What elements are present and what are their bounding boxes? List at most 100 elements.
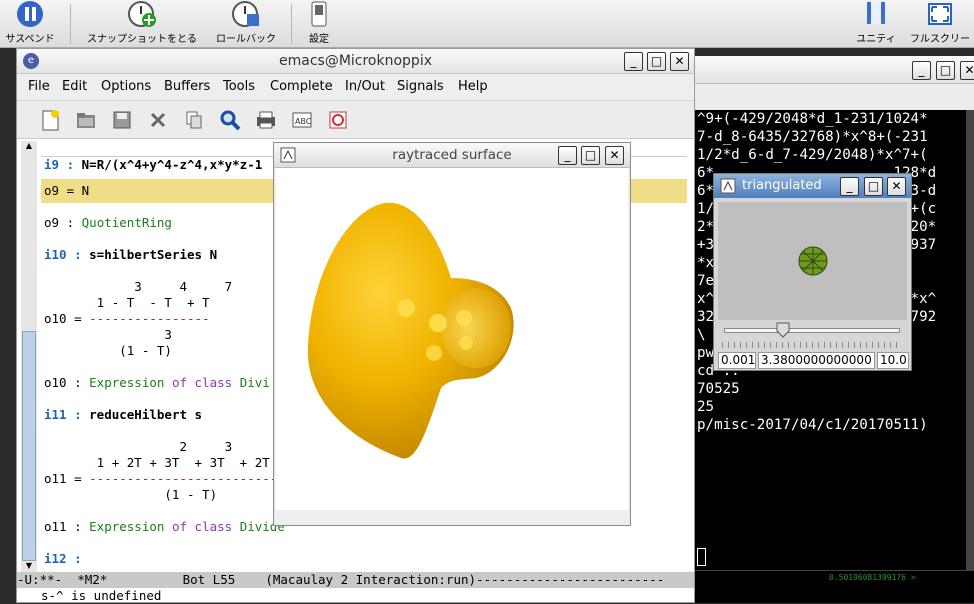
- window-title: emacs@Microknoppix: [279, 53, 432, 69]
- terminal-line: 1/2*d_6-d_7-429/2048)*x^7+(: [697, 147, 928, 163]
- output-line-o10: o10 = ----------------: [44, 311, 210, 326]
- maximize-button[interactable]: □: [647, 52, 666, 71]
- mesh-ball-image: [798, 246, 828, 276]
- toolbar-divider: [291, 4, 292, 44]
- current-value-field[interactable]: 3.3800000000000: [758, 352, 875, 369]
- search-icon[interactable]: [217, 108, 243, 132]
- fullscreen-label: フルスクリー: [910, 34, 970, 45]
- triangulated-render[interactable]: [718, 202, 907, 320]
- surface-image: [307, 202, 514, 459]
- raytraced-surface-render[interactable]: [276, 168, 628, 510]
- input-line-i9: i9 : N=R/(x^4+y^4-z^4,x*y*z-1: [44, 157, 263, 172]
- snapshot-label: スナップショットをとる: [87, 34, 197, 45]
- fullscreen-button[interactable]: フルスクリー: [906, 0, 974, 45]
- raytraced-window: raytraced surface _ □ ✕: [273, 142, 631, 526]
- unity-button[interactable]: ユニティ: [850, 0, 902, 45]
- max-value-field[interactable]: 10.0: [877, 352, 909, 369]
- menu-in-out[interactable]: In/Out: [345, 79, 385, 94]
- menu-options[interactable]: Options: [101, 79, 151, 94]
- menu-file[interactable]: File: [28, 79, 50, 94]
- settings-label: 設定: [309, 34, 329, 45]
- host-toolbar: サスペンド スナップショットをとる ロールバック 設定 ユニティ フルスクリー: [0, 0, 974, 48]
- input-line-i11: i11 : reduceHilbert s: [44, 407, 203, 422]
- denominator-line: (1 - T): [44, 343, 172, 358]
- copy-icon[interactable]: [181, 108, 207, 132]
- close-button[interactable]: ✕: [670, 52, 689, 71]
- rollback-label: ロールバック: [216, 34, 276, 45]
- menu-tools[interactable]: Tools: [223, 79, 255, 94]
- svg-text:ABC: ABC: [295, 117, 312, 126]
- output-line-o9: o9 = N: [44, 183, 90, 198]
- scale-slider[interactable]: [718, 322, 907, 350]
- terminal-line: 7-d_8-6435/32768)*x^8+(-231: [697, 129, 928, 145]
- terminal-line: p/misc-2017/04/c1/20170511): [697, 417, 928, 433]
- type-line-o10: o10 : Expression of class Divi: [44, 375, 270, 390]
- numerator-line: 1 + 2T + 3T + 3T + 2T: [44, 455, 270, 470]
- terminal-line: 25: [697, 399, 715, 415]
- close-button[interactable]: ✕: [605, 146, 624, 165]
- triangulated-titlebar: triangulated _ □ ✕: [714, 174, 911, 198]
- emacs-toolbar: ABC: [17, 101, 694, 139]
- terminal-line: 70525: [697, 381, 740, 397]
- maximize-button[interactable]: □: [936, 61, 955, 80]
- minimize-button[interactable]: _: [840, 177, 859, 196]
- menu-signals[interactable]: Signals: [397, 79, 444, 94]
- exponent-line: 3: [44, 327, 172, 342]
- menu-help[interactable]: Help: [458, 79, 488, 94]
- menu-buffers[interactable]: Buffers: [164, 79, 210, 94]
- minimize-button[interactable]: _: [912, 61, 931, 80]
- terminal-scrollbar[interactable]: [966, 110, 974, 570]
- suspend-button[interactable]: サスペンド: [0, 0, 60, 45]
- input-line-i10: i10 : s=hilbertSeries N: [44, 247, 218, 262]
- snapshot-button[interactable]: スナップショットをとる: [80, 0, 204, 45]
- rollback-icon: [231, 0, 261, 28]
- open-folder-icon[interactable]: [73, 108, 99, 132]
- menu-complete[interactable]: Complete: [270, 79, 333, 94]
- terminal-titlebar: _ □ ✕: [694, 56, 974, 84]
- triangulated-window: triangulated _ □ ✕ 0.001 3.3800000000000…: [713, 173, 912, 371]
- input-line-i12: i12 :: [44, 551, 90, 566]
- java-app-icon: [720, 178, 736, 194]
- settings-button[interactable]: 設定: [298, 0, 340, 45]
- exponent-line: 3 4 7: [44, 279, 233, 294]
- java-app-icon: [280, 147, 296, 163]
- terminal-line: ^9+(-429/2048*d_1-231/1024*: [697, 111, 928, 127]
- cut-icon[interactable]: [145, 108, 171, 132]
- emacs-app-icon: e: [23, 53, 39, 69]
- terminal-status-strip: 0.50196081399176 >: [694, 570, 974, 603]
- minimize-button[interactable]: _: [624, 52, 643, 71]
- unity-label: ユニティ: [856, 34, 896, 45]
- maximize-button[interactable]: □: [581, 146, 600, 165]
- slider-track: [724, 328, 900, 333]
- close-button[interactable]: ✕: [960, 61, 974, 80]
- close-button[interactable]: ✕: [887, 177, 906, 196]
- scroll-thumb[interactable]: [22, 331, 36, 561]
- rollback-button[interactable]: ロールバック: [208, 0, 284, 45]
- print-icon[interactable]: [253, 108, 279, 132]
- menu-edit[interactable]: Edit: [62, 79, 87, 94]
- terminal-status-text: 0.50196081399176 >: [829, 573, 916, 582]
- raytraced-titlebar: raytraced surface _ □ ✕: [274, 143, 630, 168]
- window-title: raytraced surface: [392, 147, 512, 163]
- minimize-button[interactable]: _: [558, 146, 577, 165]
- min-value-field[interactable]: 0.001: [718, 352, 756, 369]
- emacs-titlebar: e emacs@Microknoppix _ □ ✕: [17, 49, 694, 74]
- maximize-button[interactable]: □: [864, 177, 883, 196]
- output-line-o11: o11 = ----------------------------: [44, 471, 300, 486]
- pause-icon: [15, 0, 45, 28]
- slider-thumb[interactable]: [776, 322, 790, 338]
- emacs-menubar: File Edit Options Buffers Tools Complete…: [17, 74, 694, 101]
- unity-icon: [861, 0, 891, 28]
- numerator-line: 1 - T - T + T: [44, 295, 210, 310]
- spellcheck-icon[interactable]: ABC: [289, 108, 315, 132]
- emacs-scrollbar[interactable]: ▲ ▼: [21, 141, 37, 573]
- slider-ticks: [722, 342, 902, 348]
- help-icon[interactable]: [325, 108, 351, 132]
- save-icon[interactable]: [109, 108, 135, 132]
- suspend-label: サスペンド: [5, 34, 55, 45]
- type-line-o11: o11 : Expression of class Divide: [44, 519, 285, 534]
- type-line-o9: o9 : QuotientRing: [44, 215, 172, 230]
- scroll-up-icon[interactable]: ▲: [22, 141, 36, 153]
- new-file-icon[interactable]: [37, 108, 63, 132]
- emacs-minibuffer[interactable]: s-^ is undefined: [41, 588, 687, 604]
